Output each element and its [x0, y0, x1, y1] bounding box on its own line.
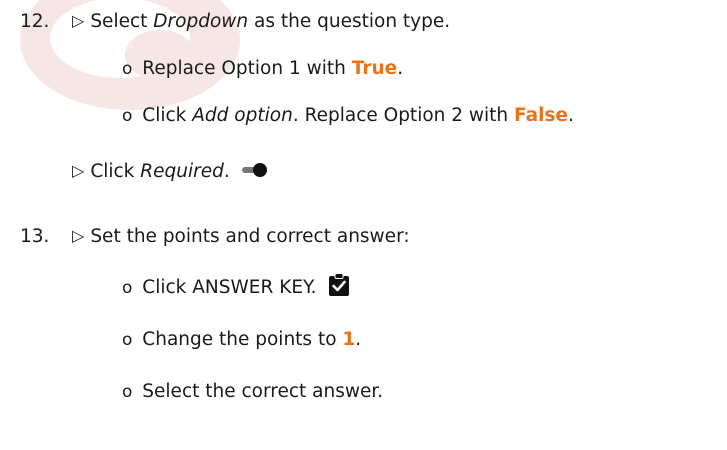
answer-key-text: Click ANSWER KEY.: [142, 277, 317, 298]
step-12-sub-2: o Click Add option. Replace Option 2 wit…: [122, 104, 574, 128]
step-12-number: 12.: [20, 11, 50, 32]
step-13-text: Set the points and correct answer:: [90, 226, 410, 247]
required-period: .: [223, 161, 230, 182]
true-highlight: True: [351, 58, 398, 79]
required-click-text: Click: [90, 161, 135, 182]
step-12-text-dropdown: Dropdown: [153, 11, 249, 32]
step-12-sub-2-rest: . Replace Option 2 with: [292, 105, 509, 126]
step-13-sub-3: o Select the correct answer.: [122, 380, 383, 404]
select-answer-text: Select the correct answer.: [142, 381, 384, 402]
bullet-marker: o: [122, 330, 133, 350]
points-value-highlight: 1: [342, 329, 356, 350]
bullet-marker: o: [122, 59, 133, 79]
assignment-check-icon: [329, 273, 350, 296]
step-13-sub-2: o Change the points to 1.: [122, 328, 361, 352]
step-12-text-select: Select: [90, 11, 148, 32]
toggle-knob: [252, 163, 267, 177]
triangle-right-icon: ▷: [72, 226, 85, 245]
step-12-sub-1: o Replace Option 1 with True.: [122, 57, 403, 81]
triangle-right-icon: ▷: [72, 161, 85, 180]
false-highlight: False: [514, 105, 568, 126]
step-12-required-line: ▷ Click Required.: [72, 160, 268, 184]
step-12-sub-2-click: Click: [142, 105, 187, 126]
step-12-sub-2-tail: .: [567, 105, 574, 126]
bullet-marker: o: [122, 106, 133, 126]
step-12-text-rest: as the question type.: [254, 11, 451, 32]
points-text: Change the points to: [142, 329, 337, 350]
required-label: Required: [140, 161, 224, 182]
triangle-right-icon: ▷: [72, 11, 85, 30]
bullet-marker: o: [122, 278, 133, 298]
points-tail: .: [355, 329, 362, 350]
step-12-sub-2-add-option: Add option: [192, 105, 293, 126]
step-12-sub-1-tail: .: [397, 58, 404, 79]
step-13-number: 13.: [20, 226, 50, 247]
bullet-marker: o: [122, 382, 133, 402]
toggle-on-icon: [241, 163, 268, 177]
step-13-sub-1: o Click ANSWER KEY.: [122, 273, 350, 300]
step-12-sub-1-text: Replace Option 1 with: [142, 58, 346, 79]
